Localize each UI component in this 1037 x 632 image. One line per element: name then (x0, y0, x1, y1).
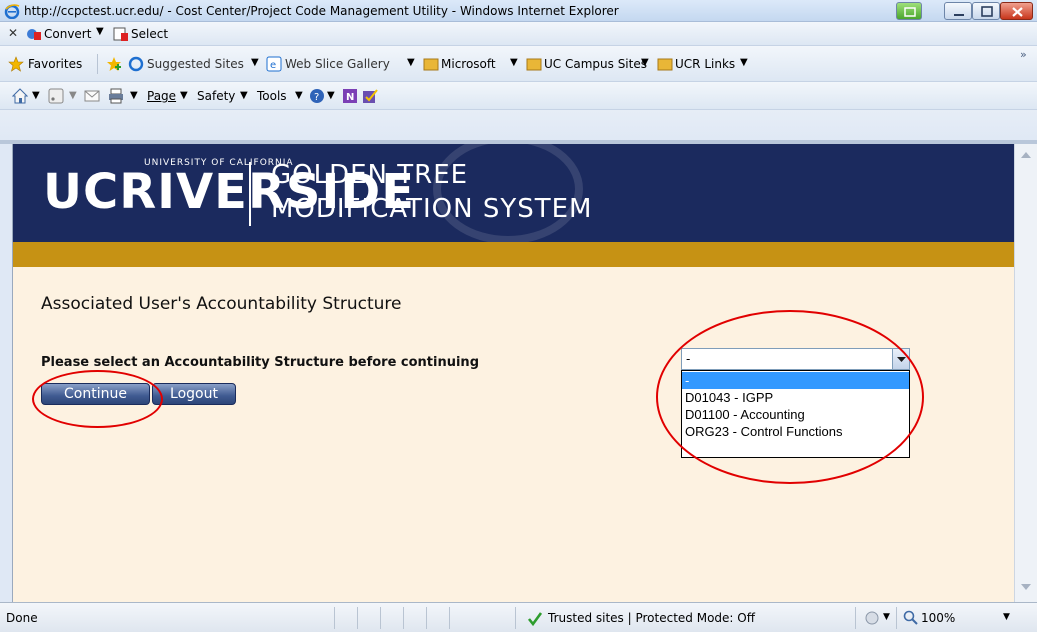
scroll-down-icon[interactable] (1020, 582, 1032, 592)
page-content: UCRIVERSIDE UNIVERSITY OF CALIFORNIA GOL… (12, 144, 1014, 602)
chevron-down-icon: ▼ (407, 57, 415, 68)
app-title-line2: MODIFICATION SYSTEM (271, 194, 593, 224)
add-favorites-icon[interactable] (106, 56, 122, 72)
chevron-down-icon: ▼ (69, 90, 77, 101)
folder-icon (657, 58, 673, 71)
tools-menu[interactable]: Tools (257, 89, 287, 103)
fav-item-microsoft[interactable]: Microsoft (441, 57, 496, 71)
status-divider (449, 607, 450, 629)
feeds-icon[interactable] (48, 88, 64, 104)
popup-blocker-icon[interactable] (864, 610, 880, 626)
page-menu[interactable]: Page (147, 89, 176, 103)
status-text: Done (6, 611, 38, 625)
chevron-down-icon[interactable]: ▼ (1003, 612, 1010, 622)
mail-icon[interactable] (84, 88, 100, 104)
help-icon[interactable]: ? (309, 88, 325, 104)
select-button[interactable]: Select (131, 27, 168, 41)
window-title: http://ccpctest.ucr.edu/ - Cost Center/P… (24, 4, 619, 18)
annotation-ellipse-continue (32, 370, 163, 428)
chevron-down-icon: ▼ (641, 57, 649, 68)
watermark-logo (433, 144, 583, 242)
status-divider (334, 607, 335, 629)
compatibility-icon (904, 7, 916, 17)
folder-icon (526, 58, 542, 71)
select-prompt: Please select an Accountability Structur… (41, 355, 479, 370)
chevron-down-icon: ▼ (510, 57, 518, 68)
svg-text:e: e (270, 60, 276, 71)
scroll-up-icon[interactable] (1020, 150, 1032, 160)
close-icon (1012, 7, 1023, 17)
compatibility-button[interactable] (896, 2, 922, 20)
status-divider (855, 607, 856, 629)
app-title-line1: GOLDEN TREE (271, 160, 469, 190)
chevron-down-icon: ▼ (32, 90, 40, 101)
page-heading: Associated User's Accountability Structu… (41, 294, 402, 314)
window-titlebar: http://ccpctest.ucr.edu/ - Cost Center/P… (0, 0, 1037, 22)
site-banner: UCRIVERSIDE UNIVERSITY OF CALIFORNIA GOL… (13, 144, 1014, 242)
favorites-star-icon (8, 56, 24, 72)
gold-stripe (13, 242, 1014, 267)
chevron-down-icon: ▼ (180, 90, 188, 101)
toolbar-spacer (0, 110, 1037, 144)
status-divider (426, 607, 427, 629)
suggested-sites-icon (128, 56, 144, 72)
status-divider (896, 607, 897, 629)
svg-text:?: ? (314, 92, 319, 103)
status-bar: Done Trusted sites | Protected Mode: Off… (0, 602, 1037, 632)
maximize-icon (981, 6, 993, 17)
favorites-button[interactable]: Favorites (28, 57, 82, 71)
trusted-checkmark-icon (527, 612, 543, 627)
chevron-down-icon: ▼ (251, 57, 259, 68)
favorites-bar: Favorites Suggested Sites ▼ e Web Slice … (0, 46, 1037, 82)
status-divider (515, 607, 516, 629)
security-zone-text[interactable]: Trusted sites | Protected Mode: Off (548, 611, 755, 625)
minimize-icon (954, 14, 964, 16)
status-divider (357, 607, 358, 629)
fav-item-ucr-links[interactable]: UCR Links (675, 57, 735, 71)
logout-button[interactable]: Logout (152, 383, 236, 405)
fav-item-uc-campus-sites[interactable]: UC Campus Sites (544, 57, 647, 71)
ie-logo-icon (4, 4, 20, 19)
status-divider (380, 607, 381, 629)
status-divider (403, 607, 404, 629)
favorites-divider (97, 54, 98, 74)
svg-text:N: N (346, 92, 354, 103)
chevron-down-icon: ▼ (240, 90, 248, 101)
safety-menu[interactable]: Safety (197, 89, 235, 103)
fav-item-web-slice-gallery[interactable]: Web Slice Gallery (285, 57, 390, 71)
folder-icon (423, 58, 439, 71)
maximize-button[interactable] (972, 2, 1000, 20)
fav-item-suggested-sites[interactable]: Suggested Sites (147, 57, 244, 71)
banner-separator (249, 162, 251, 226)
close-window-button[interactable] (1000, 2, 1033, 20)
convert-button[interactable]: Convert (44, 27, 91, 41)
zoom-icon (903, 610, 918, 625)
favorites-overflow-button[interactable]: » (1020, 48, 1027, 61)
chevron-down-icon: ▼ (327, 90, 335, 101)
chevron-down-icon: ▼ (295, 90, 303, 101)
zoom-level[interactable]: 100% (921, 611, 955, 625)
chevron-down-icon: ▼ (130, 90, 138, 101)
chevron-down-icon[interactable]: ▼ (883, 612, 890, 622)
onenote-icon[interactable]: N (342, 88, 358, 104)
web-slice-icon: e (266, 56, 282, 72)
convert-icon (27, 29, 41, 40)
vertical-scrollbar[interactable] (1014, 144, 1037, 602)
print-icon[interactable] (108, 88, 124, 104)
convert-dropdown-icon[interactable]: ▼ (96, 26, 104, 37)
chevron-down-icon: ▼ (740, 57, 748, 68)
command-bar: ▼ ▼ ▼ Page ▼ Safety ▼ Tools ▼ ? ▼ N (0, 82, 1037, 110)
annotation-ellipse-dropdown (656, 310, 924, 484)
minimize-button[interactable] (944, 2, 972, 20)
home-icon[interactable] (12, 88, 28, 104)
select-icon (113, 27, 128, 41)
pdf-toolbar: ✕ Convert ▼ Select (0, 22, 1037, 46)
research-icon[interactable] (362, 88, 378, 104)
toolbar-close-button[interactable]: ✕ (8, 26, 18, 40)
